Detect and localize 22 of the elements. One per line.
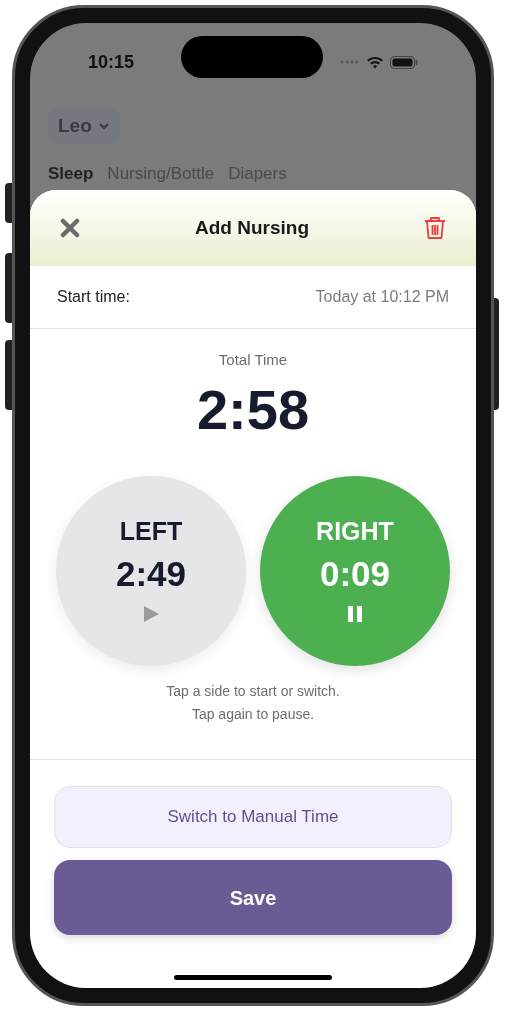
start-time-value[interactable]: Today at 10:12 PM [315, 285, 449, 309]
start-time-label: Start time: [57, 287, 130, 307]
child-selector[interactable]: Leo [48, 107, 120, 145]
pause-icon [346, 604, 364, 623]
side-timer-button[interactable]: LEFT 2:49 [56, 475, 246, 666]
signal-icon [340, 60, 360, 64]
save-button[interactable]: Save [54, 860, 452, 935]
trash-icon[interactable] [424, 216, 446, 240]
tab[interactable]: Sleep [48, 165, 94, 184]
close-icon[interactable] [60, 218, 80, 238]
manual-time-button[interactable]: Switch to Manual Time [54, 786, 452, 848]
status-time: 10:15 [88, 50, 135, 74]
battery-icon [390, 55, 418, 69]
wifi-icon [366, 55, 384, 69]
chevron-down-icon [97, 122, 110, 130]
sheet-title: Add Nursing [195, 215, 309, 240]
side-timer-button[interactable]: RIGHT 0:09 [260, 475, 450, 666]
hint-text: Tap a side to start or switch. [166, 681, 340, 701]
hint-text: Tap again to pause. [191, 704, 315, 724]
play-icon [142, 604, 160, 623]
total-time: 2:58 [196, 381, 310, 438]
total-time-label: Total Time [218, 350, 288, 370]
